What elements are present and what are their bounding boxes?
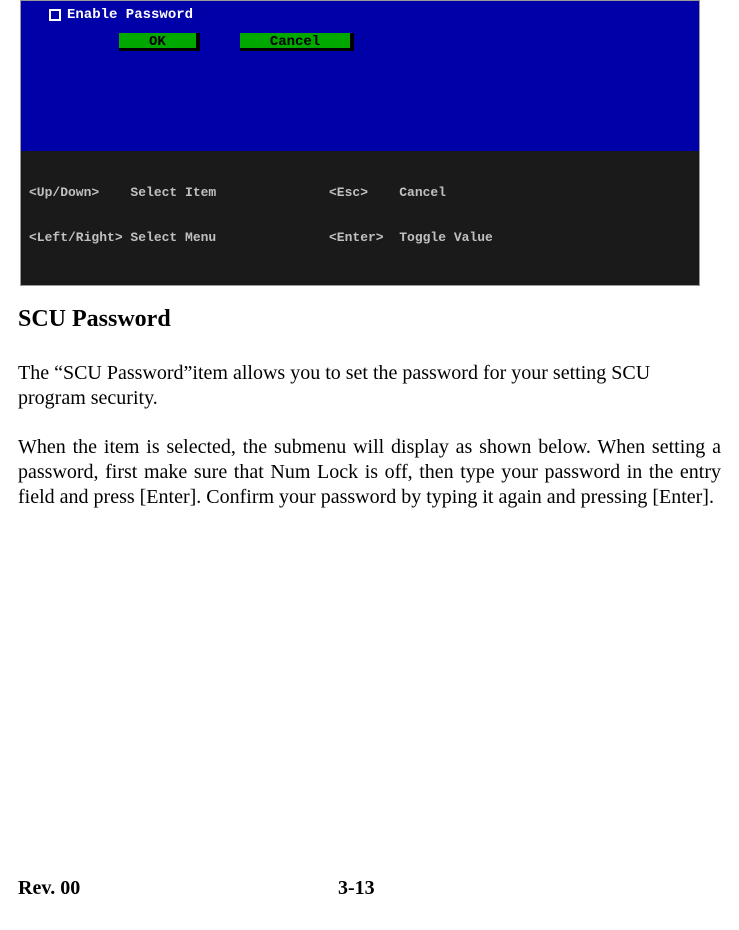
revision-label: Rev. 00: [18, 877, 338, 900]
cancel-button[interactable]: Cancel: [240, 33, 354, 51]
dialog-button-row: OK Cancel: [119, 33, 691, 51]
checkbox-icon: [49, 9, 61, 21]
ok-button[interactable]: OK: [119, 33, 200, 51]
page-footer: Rev. 00 3-13: [18, 877, 721, 900]
paragraph-2: When the item is selected, the submenu w…: [18, 435, 721, 510]
help-esc: <Esc> Cancel: [329, 185, 691, 200]
help-leftright: <Left/Right> Select Menu: [29, 230, 329, 245]
paragraph-1: The “SCU Password”item allows you to set…: [18, 361, 721, 411]
enable-password-option[interactable]: Enable Password: [49, 7, 691, 23]
enable-password-label: Enable Password: [67, 7, 193, 23]
document-body: SCU Password The “SCU Password”item allo…: [0, 286, 739, 510]
page-number: 3-13: [338, 877, 375, 900]
section-heading: SCU Password: [18, 306, 721, 333]
help-enter: <Enter> Toggle Value: [329, 230, 691, 245]
help-updown: <Up/Down> Select Item: [29, 185, 329, 200]
bios-screenshot: Enable Password OK Cancel <Up/Down> Sele…: [20, 0, 700, 286]
bios-footer-help: <Up/Down> Select Item <Left/Right> Selec…: [21, 151, 699, 285]
bios-dialog-area: Enable Password OK Cancel: [21, 1, 699, 151]
